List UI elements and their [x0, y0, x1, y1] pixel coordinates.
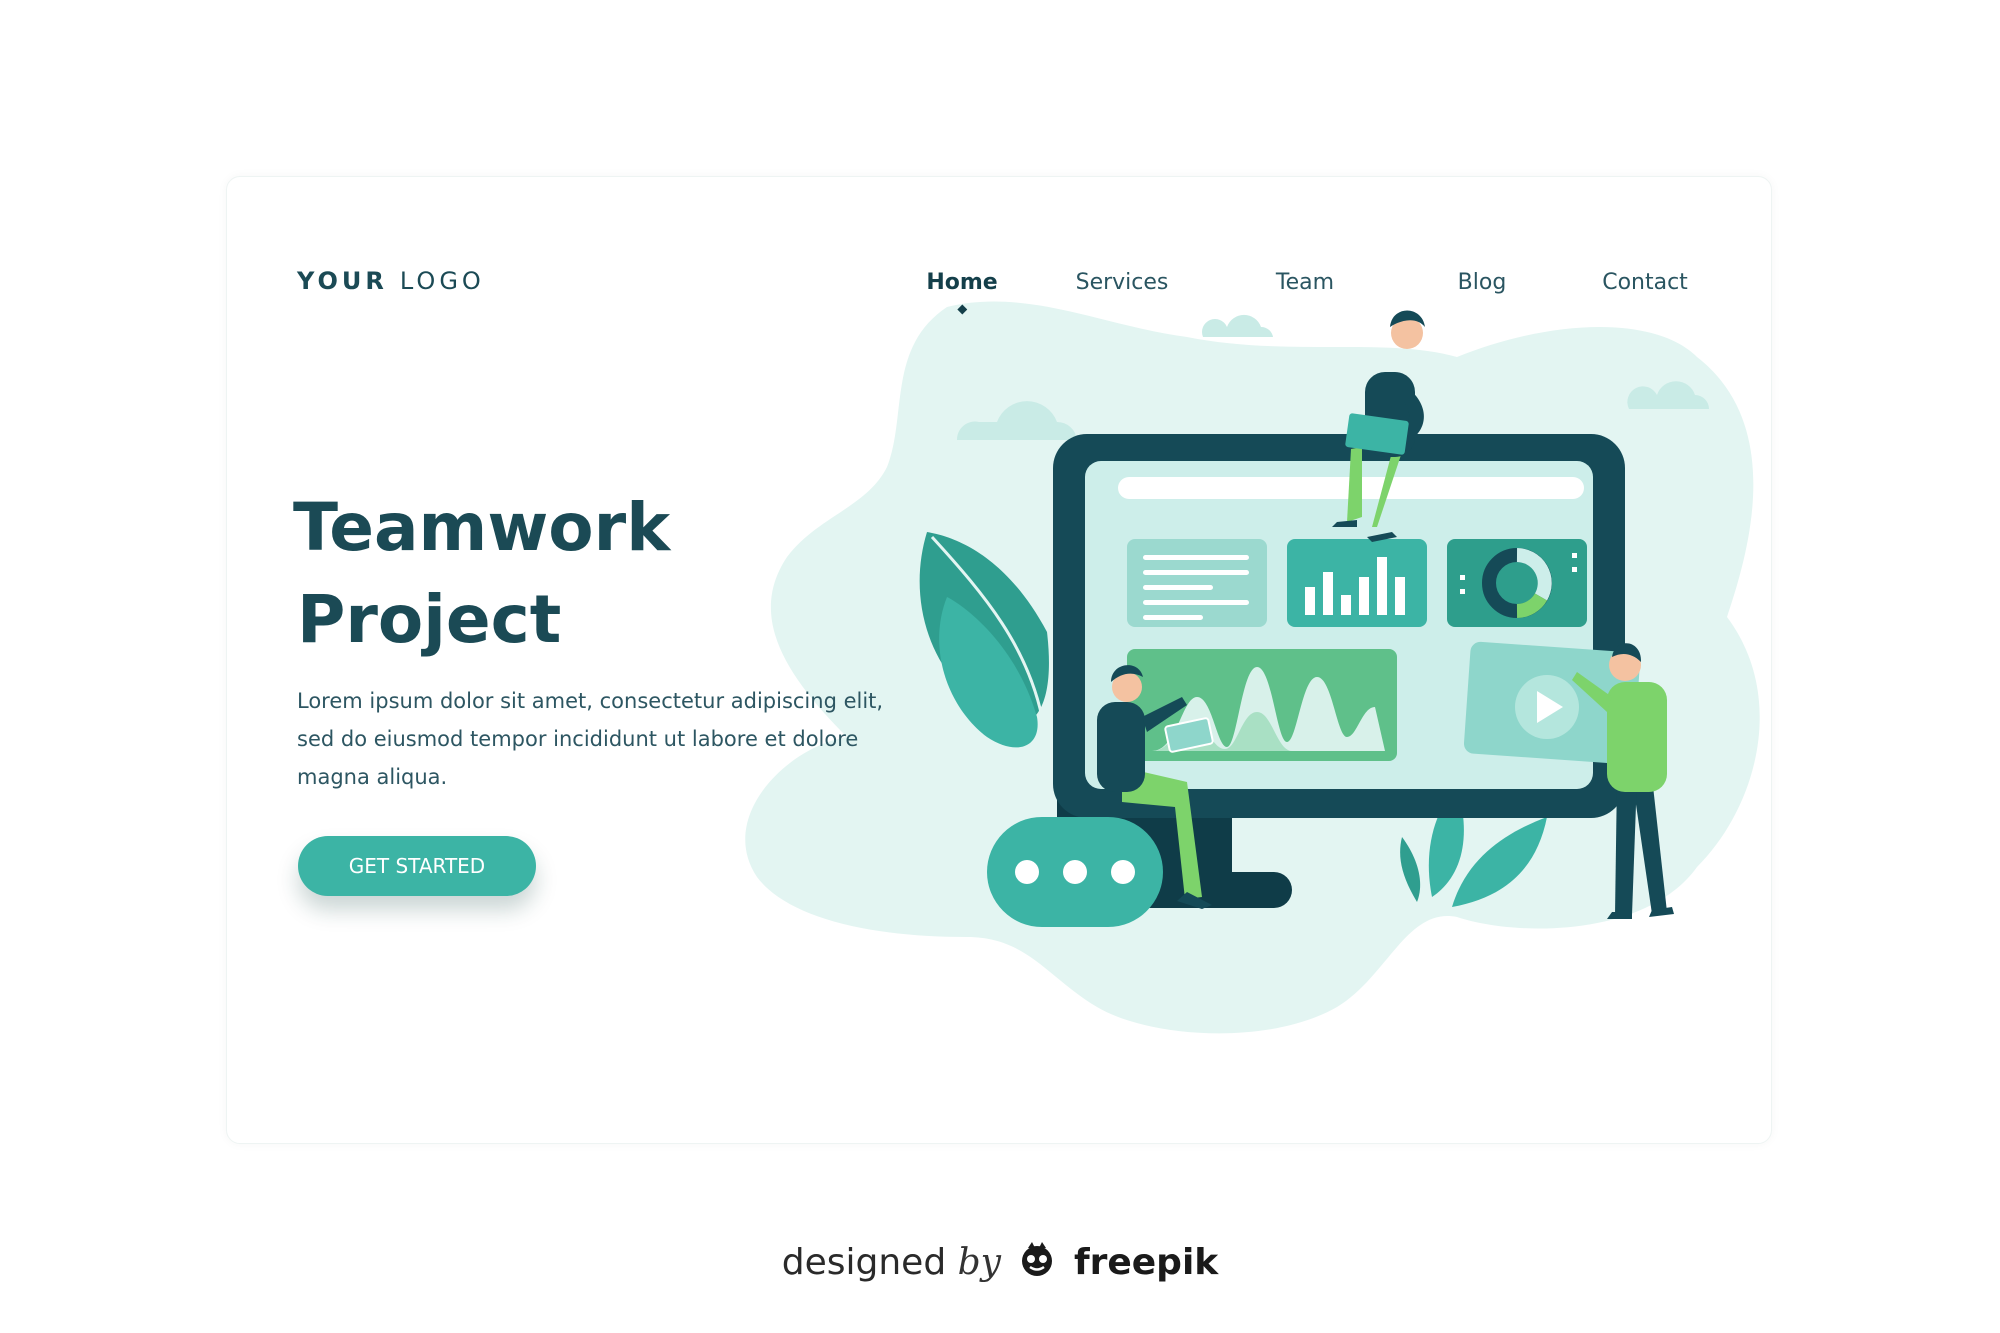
freepik-logo-icon	[1022, 1242, 1053, 1276]
landing-card: YOUR LOGO Home Services Team Blog Contact…	[226, 176, 1772, 1144]
credit-brand: freepik	[1073, 1242, 1219, 1283]
nav-item-blog[interactable]: Blog	[1458, 270, 1507, 295]
main-nav: Home Services Team Blog Contact	[227, 270, 1771, 315]
hero-description: Lorem ipsum dolor sit amet, consectetur …	[297, 689, 884, 789]
credit-by: by	[957, 1242, 1002, 1283]
nav-label: Contact	[1602, 270, 1688, 295]
nav-label: Blog	[1457, 270, 1507, 295]
nav-item-contact[interactable]: Contact	[1602, 270, 1688, 295]
nav-label: Services	[1075, 270, 1169, 295]
get-started-button[interactable]: GET STARTED	[298, 836, 536, 896]
donut-chart-icon	[1447, 539, 1587, 627]
chat-bubble-icon	[987, 817, 1163, 927]
nav-item-home[interactable]: Home	[926, 270, 998, 315]
bar-chart-icon	[1287, 539, 1427, 627]
designer-credit[interactable]: designed by freepik	[0, 1240, 2000, 1283]
credit-designed: designed	[781, 1242, 947, 1283]
nav-item-team[interactable]: Team	[1276, 270, 1334, 295]
nav-item-services[interactable]: Services	[1076, 270, 1169, 295]
hero-title-line2: Project	[297, 581, 562, 658]
hero-title-line1: Teamwork	[293, 489, 671, 566]
nav-label: Team	[1275, 270, 1335, 295]
hero-title: Teamwork Project	[293, 482, 670, 666]
cloud-icon	[1202, 314, 1273, 337]
nav-label: Home	[926, 270, 998, 295]
